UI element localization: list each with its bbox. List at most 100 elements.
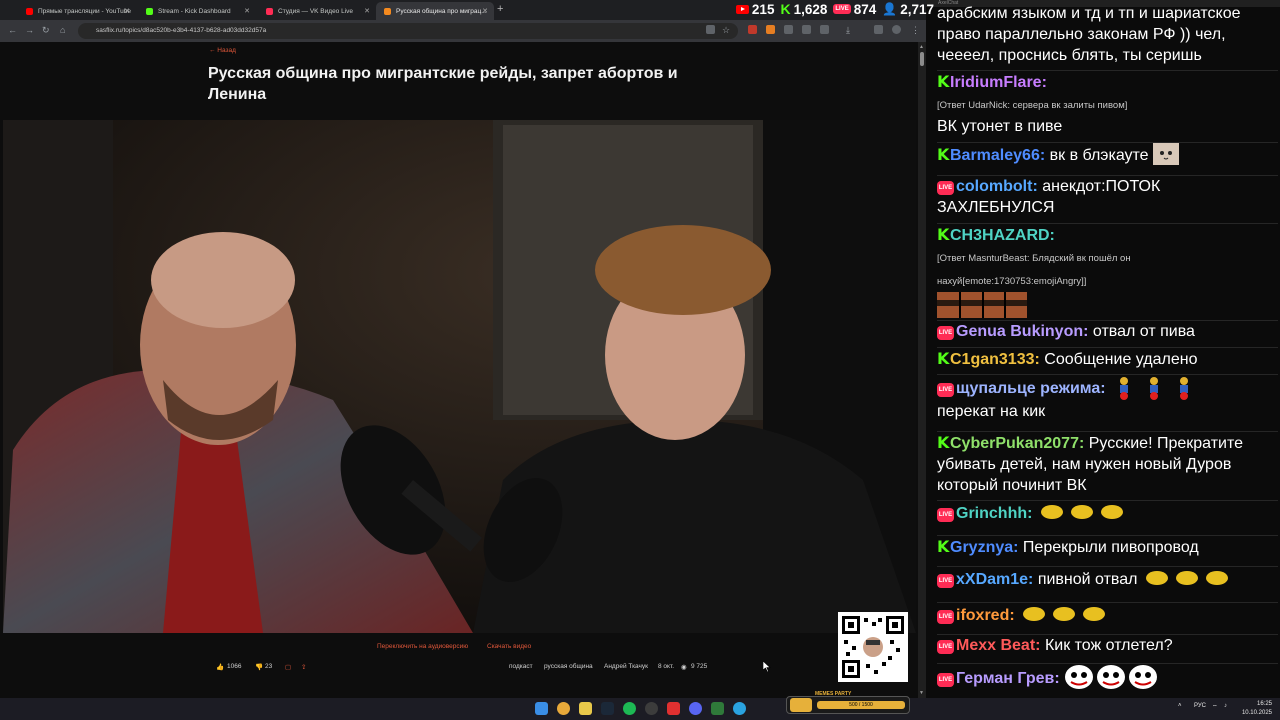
close-icon[interactable]: ✕	[482, 7, 488, 15]
tab-sasflix[interactable]: Русская община про миграц... ✕	[376, 2, 494, 20]
vk-live-badge-icon: LIVE	[937, 610, 954, 624]
scrollbar[interactable]: ▲ ▼	[918, 42, 926, 698]
download-video-link[interactable]: Скачать видео	[487, 643, 531, 650]
back-link[interactable]: ← Назад	[209, 47, 236, 54]
vk-live-badge-icon: LIVE	[937, 181, 954, 195]
extension-icon[interactable]	[802, 25, 811, 34]
username: Barmaley66:	[950, 147, 1046, 164]
meme-party-label: MEMES PARTY	[815, 691, 852, 697]
tag-community[interactable]: русская община	[544, 663, 593, 670]
chat-message: KCyberPukan2077: Русские! Прекратите уби…	[937, 431, 1278, 496]
chat-message: LIVE щупальце режима: перекат на кик	[937, 374, 1278, 422]
message-text: Перекрыли пивопровод	[1022, 539, 1199, 556]
view-count: 9 725	[691, 663, 708, 670]
close-icon[interactable]: ✕	[244, 7, 250, 15]
steam-icon[interactable]	[601, 702, 614, 715]
volume-icon[interactable]: ♪	[1224, 703, 1227, 709]
extension-icon[interactable]	[748, 25, 757, 34]
video-frame	[3, 120, 916, 633]
discord-icon[interactable]	[689, 702, 702, 715]
menu-icon[interactable]: ⋮	[911, 25, 920, 36]
windows-start-icon[interactable]	[535, 702, 548, 715]
puzzle-icon[interactable]	[820, 25, 829, 34]
home-icon[interactable]: ⌂	[60, 25, 65, 35]
kick-badge-icon: K	[937, 349, 950, 368]
tab-vk[interactable]: Студия — VK Видео Live ✕	[258, 2, 376, 20]
chat-message: KGryznya: Перекрыли пивопровод	[937, 535, 1278, 558]
reply-quote: [Ответ MasnturBeast: Блядский вк пошёл о…	[937, 253, 1131, 287]
username: Mexx Beat:	[956, 637, 1041, 654]
language-indicator[interactable]: РУС	[1194, 703, 1206, 709]
kick-badge-icon: K	[937, 72, 950, 91]
sidebar-icon[interactable]	[874, 25, 883, 34]
publish-date: 8 окт.	[658, 663, 675, 670]
vk-live-badge-icon: LIVE	[937, 508, 954, 522]
system-clock[interactable]: 16:25 10.10.2025	[1242, 700, 1272, 718]
video-player[interactable]	[3, 120, 916, 633]
cursor-arrow-icon	[762, 660, 771, 673]
total-count: 2,717	[900, 1, 934, 17]
chat-message: KC1gan3133: Сообщение удалено	[937, 347, 1278, 370]
wifi-icon[interactable]: ⌔	[1212, 703, 1218, 711]
dislike-count: 23	[265, 663, 273, 670]
reload-icon[interactable]: ↻	[42, 25, 50, 36]
vk-live-badge-icon: LIVE	[937, 574, 954, 588]
share-icon[interactable]: ⇪	[301, 663, 306, 671]
tag-podcast[interactable]: подкаст	[509, 663, 533, 670]
download-icon[interactable]: ⤓	[846, 25, 850, 36]
app-icon[interactable]	[711, 702, 724, 715]
tab-youtube[interactable]: Прямые трансляции - YouTube ✕	[18, 2, 136, 20]
app-icon[interactable]	[667, 702, 680, 715]
chrome-icon[interactable]	[557, 702, 570, 715]
forward-arrow-icon[interactable]: →	[25, 25, 34, 35]
scroll-up-icon[interactable]: ▲	[919, 44, 924, 50]
folder-icon[interactable]	[579, 702, 592, 715]
tray-arrow-icon[interactable]: ˄	[1178, 703, 1182, 709]
screen: Прямые трансляции - YouTube ✕ Stream - K…	[0, 0, 1280, 720]
tag-author[interactable]: Андрей Ткачук	[604, 663, 648, 670]
kick-icon	[146, 7, 153, 15]
kick-badge-icon: K	[937, 225, 950, 244]
chat-message: KCH3HAZARD: [Ответ MasnturBeast: Блядски…	[937, 223, 1278, 324]
youtube-count: 215	[751, 1, 775, 17]
like-icon[interactable]: 👍	[216, 663, 224, 671]
vk-icon	[266, 7, 273, 15]
extension-icon[interactable]	[784, 25, 793, 34]
memes-party-widget: MEMES PARTY 500 / 1500	[786, 691, 910, 714]
back-arrow-icon[interactable]: ←	[8, 25, 17, 35]
bookmark-star-icon[interactable]: ☆	[722, 25, 730, 36]
spotify-icon[interactable]	[623, 702, 636, 715]
close-icon[interactable]: ✕	[364, 7, 370, 15]
message-text: Сообщение удалено	[1044, 351, 1198, 368]
chat-message: арабским языком и тд и тп и шариатское п…	[937, 3, 1277, 66]
taskbar: ˄ РУС ⌔ ♪ 16:25 10.10.2025	[0, 698, 1280, 720]
username: colombolt:	[956, 178, 1038, 195]
kick-badge-icon: K	[937, 145, 950, 164]
profile-icon[interactable]	[892, 25, 901, 34]
obs-icon[interactable]	[645, 702, 658, 715]
tab-kick[interactable]: Stream - Kick Dashboard ✕	[138, 2, 256, 20]
close-icon[interactable]: ✕	[124, 7, 130, 15]
message-text: перекат на кик	[937, 403, 1046, 420]
username: Gryznya:	[950, 539, 1019, 556]
kick-badge-icon: K	[937, 537, 950, 556]
url-field[interactable]: sasflix.ru/topics/d8ac520b-e3b4-4137-b62…	[78, 23, 738, 39]
username: C1gan3133:	[950, 351, 1040, 368]
dislike-icon[interactable]: 👎	[255, 663, 263, 671]
audio-version-link[interactable]: Переключить на аудиоверсию	[377, 643, 468, 650]
vk-counter: LIVE 874	[833, 2, 876, 17]
telegram-icon[interactable]	[733, 702, 746, 715]
youtube-counter: 215	[735, 1, 775, 17]
new-tab-button[interactable]: +	[497, 3, 503, 15]
username: IridiumFlare:	[950, 74, 1047, 91]
comment-icon[interactable]: ▢	[285, 663, 291, 671]
vk-live-badge-icon: LIVE	[937, 326, 954, 340]
page-title: Русская община про мигрантские рейды, за…	[208, 65, 678, 103]
chat-message: LIVE Grinchhh:	[937, 500, 1278, 524]
cast-icon[interactable]	[706, 25, 715, 34]
scroll-thumb[interactable]	[920, 52, 924, 66]
chat-message: KBarmaley66: вк в блэкауте	[937, 142, 1278, 166]
extension-icon[interactable]	[766, 25, 775, 34]
scroll-down-icon[interactable]: ▼	[919, 690, 924, 696]
chat-message: LIVE ifoxred:	[937, 602, 1278, 626]
